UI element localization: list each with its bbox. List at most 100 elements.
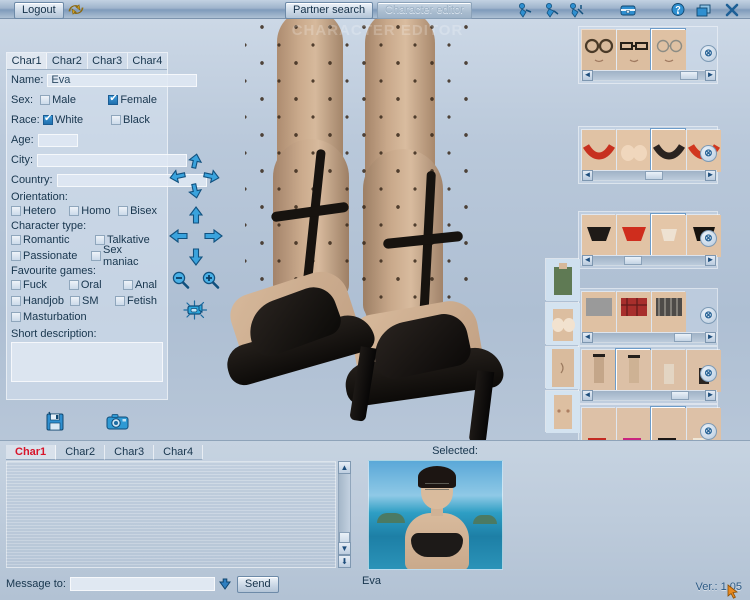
game-sm-checkbox[interactable]: SM <box>69 295 109 307</box>
thumbnail-item[interactable] <box>616 29 651 72</box>
city-input[interactable] <box>37 153 187 167</box>
scroll-right-arrow[interactable]: ► <box>705 170 716 181</box>
reset-shoes-button[interactable]: ⊗ <box>700 423 717 440</box>
chest-icon[interactable] <box>618 2 638 18</box>
thumbnail-item[interactable] <box>581 29 616 72</box>
arrow-up-icon[interactable] <box>185 205 207 225</box>
arrow-down-icon[interactable] <box>185 247 207 267</box>
scroll-right-arrow[interactable]: ► <box>705 332 716 343</box>
thumbnail-item-selected[interactable] <box>616 349 651 392</box>
user-walk-icon[interactable] <box>515 2 535 18</box>
help-icon[interactable]: ? <box>668 2 688 18</box>
game-oral-checkbox[interactable]: Oral <box>68 279 117 291</box>
scroll-thumb[interactable] <box>680 71 699 80</box>
arrow-right-icon[interactable] <box>202 226 224 246</box>
game-masturbation-checkbox[interactable]: Masturbation <box>11 311 87 323</box>
reset-panties-button[interactable]: ⊗ <box>700 230 717 247</box>
type-sexmaniac-checkbox[interactable]: Sex maniac <box>91 244 157 268</box>
exit-icon[interactable] <box>722 2 742 18</box>
thumbnail-item[interactable] <box>651 349 686 392</box>
thumbnail-item[interactable] <box>581 214 616 257</box>
camera-reset-icon[interactable] <box>182 298 208 322</box>
scroll-left-arrow[interactable]: ◄ <box>582 170 593 181</box>
camera-icon[interactable] <box>105 412 131 432</box>
body-thumbnail-bra[interactable] <box>545 302 580 345</box>
scroll-thumb[interactable] <box>624 256 643 265</box>
thumbnail-item[interactable] <box>581 349 616 392</box>
thumbnail-item-selected[interactable] <box>651 214 686 257</box>
sex-male-checkbox[interactable]: Male <box>40 94 102 106</box>
partner-search-button[interactable]: Partner search <box>285 2 374 19</box>
scroll-left-arrow[interactable]: ◄ <box>582 255 593 266</box>
thumbnail-item[interactable] <box>651 291 686 334</box>
age-input[interactable] <box>37 133 78 147</box>
scroll-left-arrow[interactable]: ◄ <box>582 70 593 81</box>
sex-female-checkbox[interactable]: Female <box>108 93 157 106</box>
chat-tab-3[interactable]: Char3 <box>105 445 155 460</box>
scroll-right-arrow[interactable]: ► <box>705 390 716 401</box>
char-tab-4[interactable]: Char4 <box>128 53 167 69</box>
refresh-icon[interactable] <box>67 2 85 17</box>
thumbnail-item[interactable] <box>616 214 651 257</box>
scroll-right-arrow[interactable]: ► <box>705 255 716 266</box>
body-thumbnail-body[interactable] <box>545 346 580 389</box>
scroll-track[interactable] <box>593 333 705 342</box>
chat-scrollbar[interactable]: ▲ ▼ ⬇ <box>338 461 351 568</box>
thumbnail-item-selected[interactable] <box>651 129 686 172</box>
game-fuck-checkbox[interactable]: Fuck <box>11 279 63 291</box>
scroll-track[interactable] <box>593 391 705 400</box>
arrow-left-icon[interactable] <box>168 226 190 246</box>
scroll-track[interactable] <box>593 171 705 180</box>
char-tab-1[interactable]: Char1 <box>7 53 48 69</box>
reset-skirts-button[interactable]: ⊗ <box>700 307 717 324</box>
scroll-to-bottom-button[interactable]: ⬇ <box>338 555 351 568</box>
chat-tab-4[interactable]: Char4 <box>154 445 204 460</box>
game-fetish-checkbox[interactable]: Fetish <box>115 295 157 307</box>
scrollbar-horizontal[interactable]: ◄ ► <box>581 170 717 181</box>
thumbnail-item[interactable] <box>581 291 616 334</box>
thumbnail-item-selected[interactable] <box>651 29 686 72</box>
race-white-checkbox[interactable]: White <box>43 113 105 126</box>
race-black-checkbox[interactable]: Black <box>111 114 150 126</box>
character-editor-button[interactable]: Character editor <box>377 2 472 19</box>
reset-stockings-button[interactable]: ⊗ <box>700 365 717 382</box>
zoom-in-icon[interactable] <box>200 270 222 290</box>
char-tab-3[interactable]: Char3 <box>88 53 128 69</box>
type-romantic-checkbox[interactable]: Romantic <box>11 234 89 246</box>
zoom-out-icon[interactable] <box>170 270 192 290</box>
orientation-bisex-checkbox[interactable]: Bisex <box>118 205 157 217</box>
selected-character-thumbnail[interactable] <box>368 460 503 570</box>
game-handjob-checkbox[interactable]: Handjob <box>11 295 64 307</box>
name-input[interactable] <box>47 73 198 87</box>
game-anal-checkbox[interactable]: Anal <box>122 279 157 291</box>
chat-tab-1[interactable]: Char1 <box>6 445 57 460</box>
scroll-left-arrow[interactable]: ◄ <box>582 390 593 401</box>
thumbnail-item[interactable] <box>616 291 651 334</box>
scroll-right-arrow[interactable]: ► <box>705 70 716 81</box>
window-icon[interactable] <box>694 2 714 18</box>
orientation-hetero-checkbox[interactable]: Hetero <box>11 205 63 217</box>
scroll-left-arrow[interactable]: ◄ <box>582 332 593 343</box>
char-tab-2[interactable]: Char2 <box>47 53 88 69</box>
scroll-track[interactable] <box>593 71 705 80</box>
chevron-down-icon[interactable] <box>218 577 232 591</box>
scrollbar-horizontal[interactable]: ◄ ► <box>581 390 717 401</box>
scrollbar-horizontal[interactable]: ◄ ► <box>581 255 717 266</box>
type-passionate-checkbox[interactable]: Passionate <box>11 250 85 262</box>
body-thumbnail-top[interactable] <box>545 258 580 301</box>
rotate-down-icon[interactable] <box>184 180 206 200</box>
chat-tab-2[interactable]: Char2 <box>56 445 106 460</box>
thumbnail-item[interactable] <box>581 129 616 172</box>
scroll-thumb[interactable] <box>671 391 690 400</box>
body-thumbnail-torso[interactable] <box>545 390 580 433</box>
scroll-down-arrow[interactable]: ▼ <box>338 542 351 555</box>
thumbnail-item[interactable] <box>616 129 651 172</box>
character-render[interactable]: CHARACTER EDITOR <box>205 19 550 440</box>
scroll-thumb[interactable] <box>673 333 692 342</box>
user-run-icon[interactable] <box>541 2 561 18</box>
short-description-input[interactable] <box>11 342 163 382</box>
save-icon[interactable] <box>44 410 66 432</box>
scroll-track[interactable] <box>593 256 705 265</box>
send-button[interactable]: Send <box>236 575 279 593</box>
logout-button[interactable]: Logout <box>14 2 64 19</box>
